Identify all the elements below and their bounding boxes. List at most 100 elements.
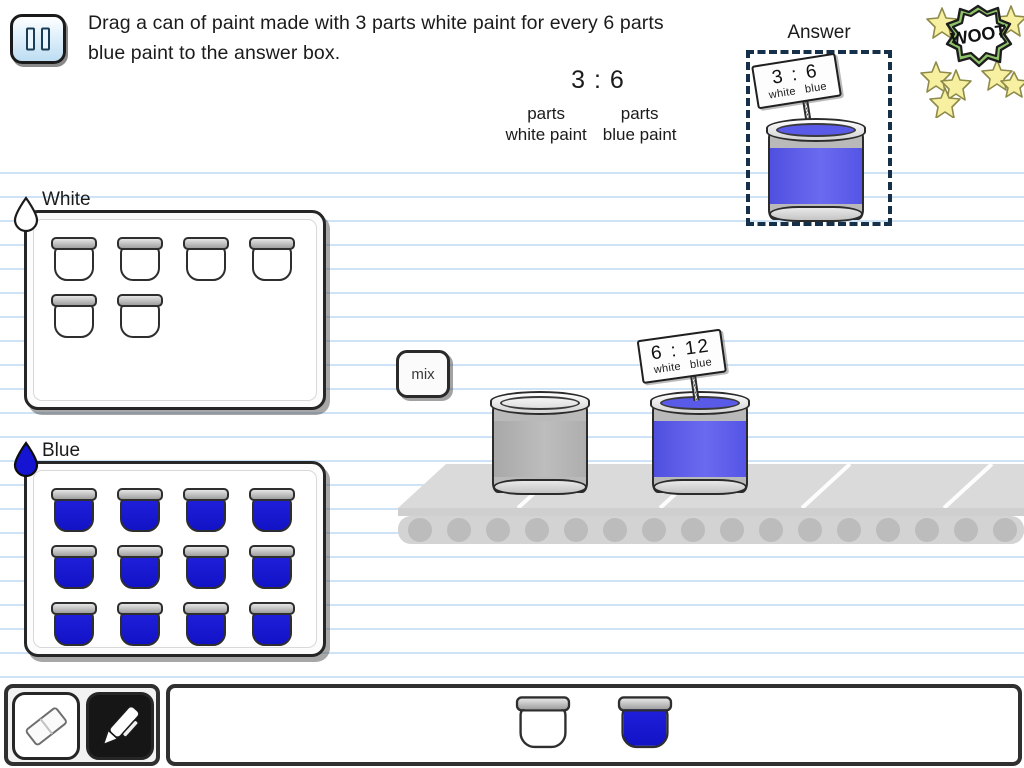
sign-left-label: white <box>653 360 682 377</box>
instruction-text: Drag a can of paint made with 3 parts wh… <box>88 12 664 64</box>
jar-lid <box>183 602 229 615</box>
jar-body <box>621 705 669 749</box>
jar-lid <box>117 488 163 501</box>
jar-body <box>252 610 292 646</box>
answer-paint-can[interactable] <box>766 118 866 222</box>
bottom-toolbar <box>0 682 1024 768</box>
blue-jar[interactable] <box>183 484 229 534</box>
pause-icon <box>13 27 63 51</box>
pen-icon <box>101 705 140 746</box>
sign-right-label: blue <box>689 356 713 372</box>
can-base <box>493 479 587 495</box>
answer-label: Answer <box>787 22 851 43</box>
jar-body <box>120 496 160 532</box>
ratio-right-label: parts blue paint <box>603 103 677 145</box>
mix-button[interactable]: mix <box>396 350 450 398</box>
ratio-right-line2: blue paint <box>602 125 677 144</box>
jar-body <box>252 496 292 532</box>
jar-body <box>186 245 226 281</box>
eraser-tool-button[interactable] <box>12 692 80 760</box>
ratio-left-line1: parts <box>527 104 566 123</box>
white-jar[interactable] <box>117 290 163 340</box>
jar-body <box>54 553 94 589</box>
blue-jar[interactable] <box>51 484 97 534</box>
can-fill <box>770 148 862 204</box>
blue-jar-tray[interactable] <box>24 461 326 657</box>
tray-jar-list <box>170 696 1018 749</box>
jar-body <box>120 553 160 589</box>
jar-body <box>54 610 94 646</box>
jar-lid <box>249 237 295 250</box>
can-base <box>769 206 863 222</box>
jar-body <box>54 302 94 338</box>
tool-panel <box>4 684 160 766</box>
pen-tool-button[interactable] <box>86 692 154 760</box>
jar-lid <box>249 602 295 615</box>
jar-lid <box>249 488 295 501</box>
jar-body <box>252 553 292 589</box>
jar-body <box>186 610 226 646</box>
tray-white-jar[interactable] <box>515 692 571 751</box>
tray-blue-jar[interactable] <box>617 692 673 751</box>
ratio-right-line1: parts <box>620 104 659 123</box>
blue-jar[interactable] <box>117 484 163 534</box>
jar-lid <box>51 488 97 501</box>
sign-plate: 6 : 12 white blue <box>636 328 727 385</box>
white-jar[interactable] <box>51 290 97 340</box>
blue-jar[interactable] <box>249 484 295 534</box>
ratio-left-label: parts white paint <box>505 103 586 145</box>
blue-jar[interactable] <box>183 598 229 648</box>
can-base <box>653 479 747 495</box>
jar-lid <box>183 545 229 558</box>
ratio-legend: parts white paint parts blue paint <box>492 103 690 145</box>
jar-lid <box>117 294 163 307</box>
woot-badge: WOOT <box>914 0 1024 119</box>
jar-body <box>54 496 94 532</box>
pause-button[interactable] <box>10 14 66 64</box>
can-fill <box>654 421 746 477</box>
blue-jar-grid <box>51 484 313 646</box>
blue-tray-title: Blue <box>42 440 81 461</box>
water-drop-filled-icon <box>13 441 39 478</box>
jar-body <box>54 245 94 281</box>
ratio-left-line2: white paint <box>505 125 587 144</box>
jar-lid <box>51 602 97 615</box>
jar-body <box>186 496 226 532</box>
jar-body <box>186 553 226 589</box>
jar-lid <box>183 237 229 250</box>
jar-lid <box>249 545 295 558</box>
jar-lid <box>117 237 163 250</box>
blue-jar[interactable] <box>117 541 163 591</box>
white-jar[interactable] <box>183 233 229 283</box>
jar-lid <box>117 602 163 615</box>
eraser-icon <box>25 707 67 746</box>
jar-lid <box>51 237 97 250</box>
can-inner-rim <box>500 396 580 410</box>
jar-body <box>519 705 567 749</box>
blue-jar[interactable] <box>117 598 163 648</box>
white-tray-title: White <box>42 189 91 210</box>
blue-jar[interactable] <box>249 541 295 591</box>
white-jar[interactable] <box>249 233 295 283</box>
workspace-can-ratio-sign: 6 : 12 white blue <box>636 326 748 410</box>
blue-jar[interactable] <box>51 541 97 591</box>
jar-body <box>252 245 292 281</box>
blue-jar[interactable] <box>183 541 229 591</box>
jar-lid <box>51 294 97 307</box>
white-jar-tray[interactable] <box>24 210 326 410</box>
ratio-value: 3 : 6 <box>571 66 625 94</box>
white-jar[interactable] <box>117 233 163 283</box>
jar-lid <box>617 696 673 712</box>
blue-jar[interactable] <box>249 598 295 648</box>
jar-lid <box>117 545 163 558</box>
jar-body <box>120 245 160 281</box>
jar-body <box>120 302 160 338</box>
jar-lid <box>515 696 571 712</box>
workspace-gray-can[interactable] <box>490 391 590 495</box>
white-jar-grid <box>51 233 313 397</box>
jar-tray-panel[interactable] <box>166 684 1022 766</box>
white-jar[interactable] <box>51 233 97 283</box>
sign-right-label: blue <box>804 80 828 96</box>
blue-jar[interactable] <box>51 598 97 648</box>
can-inner-rim <box>776 123 856 137</box>
